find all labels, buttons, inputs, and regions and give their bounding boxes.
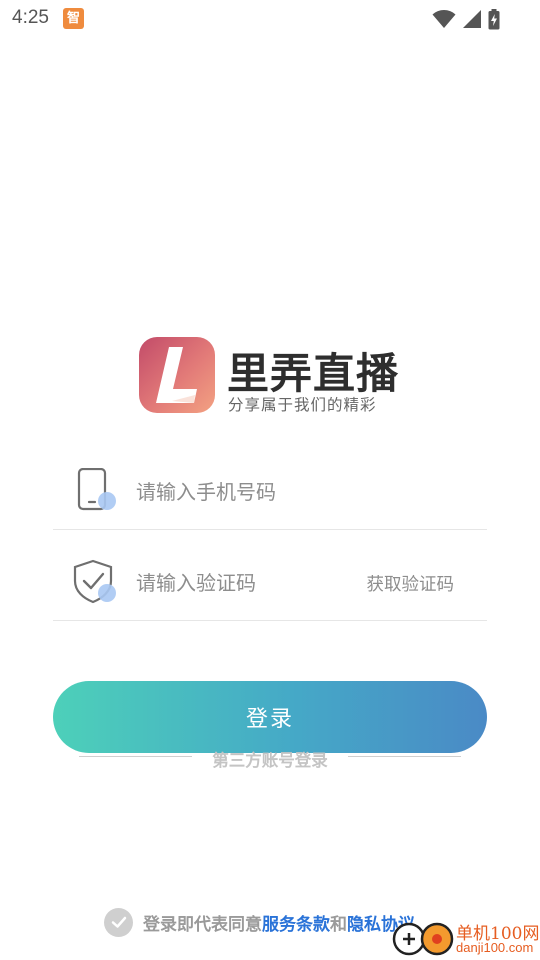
third-party-login-label[interactable]: 第三方账号登录 bbox=[196, 747, 344, 771]
agreement-and: 和 bbox=[330, 914, 347, 935]
status-bar: 4:25 智 bbox=[0, 0, 540, 38]
code-input-row: 获取验证码 bbox=[53, 531, 487, 621]
divider-left bbox=[79, 756, 192, 757]
phone-icon bbox=[77, 468, 116, 511]
divider-right bbox=[348, 756, 461, 757]
wifi-icon bbox=[432, 10, 456, 28]
agree-checkbox[interactable] bbox=[104, 907, 133, 937]
agreement: 登录即代表同意 服务条款 和 隐私协议 bbox=[104, 907, 415, 937]
phone-input-row bbox=[53, 440, 487, 530]
code-input[interactable] bbox=[136, 563, 356, 603]
shield-check-icon bbox=[73, 559, 116, 604]
terms-link[interactable]: 服务条款 bbox=[262, 910, 330, 935]
watermark-url: danji100.com bbox=[456, 940, 534, 955]
status-icons bbox=[432, 8, 500, 30]
login-button[interactable]: 登录 bbox=[53, 681, 487, 753]
phone-input[interactable] bbox=[136, 472, 356, 512]
notification-icon: 智 bbox=[63, 8, 84, 29]
logo-badge bbox=[139, 337, 215, 413]
watermark-logo-icon bbox=[392, 922, 454, 956]
watermark: 单机100网 danji100.com bbox=[392, 918, 540, 960]
battery-charging-icon bbox=[488, 8, 500, 29]
logo-letter-icon bbox=[156, 347, 197, 403]
status-time: 4:25 bbox=[12, 7, 49, 28]
agreement-prefix: 登录即代表同意 bbox=[143, 914, 262, 935]
app-logo: 里弄直播 分享属于我们的精彩 bbox=[139, 336, 414, 416]
app-name: 里弄直播 bbox=[227, 349, 400, 398]
check-icon bbox=[111, 916, 126, 928]
get-code-button[interactable]: 获取验证码 bbox=[367, 571, 455, 596]
app-slogan: 分享属于我们的精彩 bbox=[228, 396, 377, 414]
signal-icon bbox=[463, 10, 481, 28]
